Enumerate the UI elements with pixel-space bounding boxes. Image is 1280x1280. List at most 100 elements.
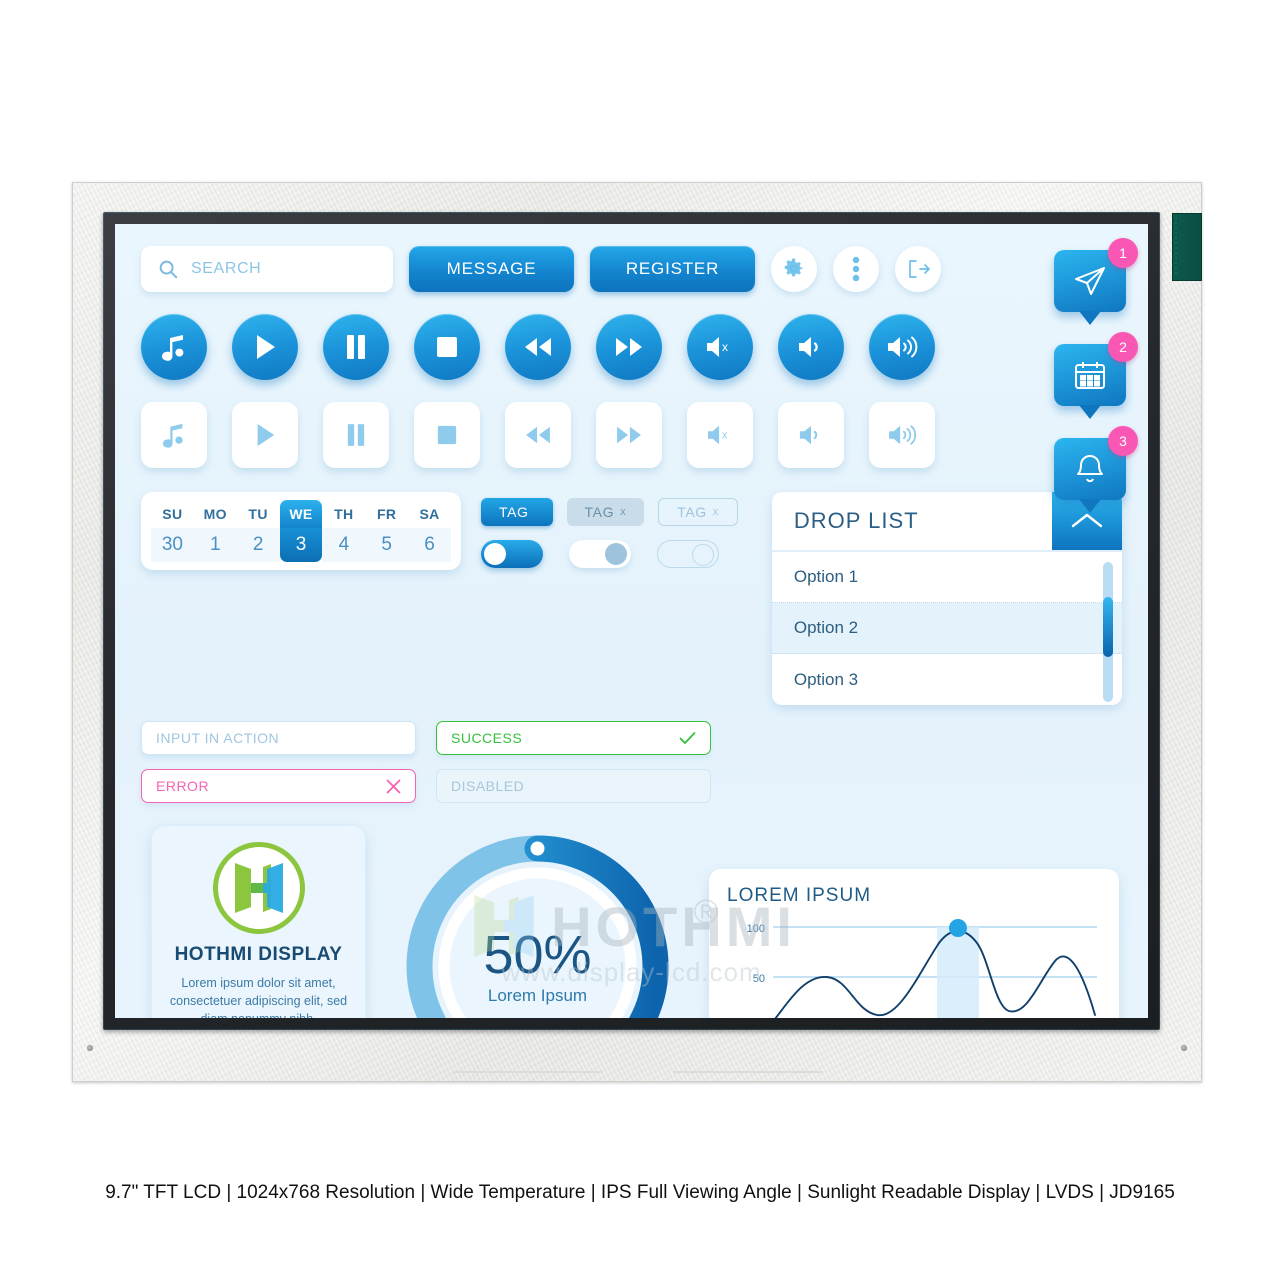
bell-icon [1075, 453, 1105, 485]
media-music-button[interactable] [141, 314, 207, 380]
notification-stack: 1 2 3 [1054, 238, 1138, 513]
media-volume-high-button-flat[interactable] [869, 402, 935, 468]
calendar-date[interactable]: 1 [193, 528, 237, 562]
tag-label: TAG [677, 504, 707, 520]
media-rewind-button-flat[interactable] [505, 402, 571, 468]
gauge-sublabel: Lorem Ipsum [487, 985, 588, 1005]
toggle-knob [484, 543, 506, 565]
calendar-dow-selected[interactable]: WE [279, 500, 323, 528]
logout-button[interactable] [895, 246, 941, 292]
calendar-date[interactable]: 5 [365, 528, 409, 562]
register-button[interactable]: REGISTER [590, 246, 755, 292]
calendar-dow[interactable]: TU [237, 500, 280, 528]
screw-hole-left [87, 1045, 93, 1051]
drop-list-option[interactable]: Option 3 [772, 654, 1122, 705]
gauge-percent: 50% [483, 924, 592, 985]
drop-list-option-selected[interactable]: Option 2 [771, 603, 1122, 654]
drop-list-scrollbar[interactable] [1103, 562, 1113, 702]
media-pause-button[interactable] [323, 314, 389, 380]
calendar-date[interactable]: 30 [151, 528, 194, 562]
screw-hole-right [1181, 1045, 1187, 1051]
calendar-date[interactable]: 2 [236, 528, 280, 562]
svg-text:50: 50 [753, 973, 765, 985]
top-toolbar: SEARCH MESSAGE REGISTER [141, 246, 1122, 292]
lcd-screen: SEARCH MESSAGE REGISTER x x SU MO TU WE … [115, 224, 1148, 1018]
message-button[interactable]: MESSAGE [409, 246, 574, 292]
play-icon [253, 333, 277, 361]
gauge-center: 50% Lorem Ipsum [400, 829, 675, 1018]
media-stop-button-flat[interactable] [414, 402, 480, 468]
fast-forward-icon [614, 335, 644, 359]
calendar-dow-row: SU MO TU WE TH FR SA [151, 500, 451, 528]
calendar-date[interactable]: 6 [408, 528, 451, 562]
notification-calendar[interactable]: 2 [1054, 332, 1138, 419]
tag-active[interactable]: TAG [481, 498, 553, 526]
tags-toggles-column: TAG TAG x TAG x [481, 492, 738, 705]
volume-high-icon [886, 334, 918, 360]
media-buttons-round: x [141, 314, 1122, 380]
media-mute-button[interactable]: x [687, 314, 753, 380]
tag-outline[interactable]: TAG x [658, 498, 738, 526]
input-label: DISABLED [451, 778, 525, 794]
chevron-up-icon [1070, 511, 1104, 531]
search-input[interactable]: SEARCH [141, 246, 393, 292]
close-icon [386, 779, 401, 794]
input-fields-group: INPUT IN ACTION SUCCESS ERROR DISABLED [141, 721, 741, 803]
lcd-module: SEARCH MESSAGE REGISTER x x SU MO TU WE … [72, 182, 1202, 1082]
notification-badge: 2 [1108, 332, 1138, 362]
stop-icon [435, 335, 459, 359]
tag-close-icon[interactable]: x [620, 506, 626, 518]
media-fast-forward-button-flat[interactable] [596, 402, 662, 468]
media-stop-button[interactable] [414, 314, 480, 380]
music-note-icon [162, 422, 186, 448]
calendar-dow[interactable]: MO [194, 500, 237, 528]
tag-close-icon[interactable]: x [713, 506, 719, 518]
drop-list-panel: DROP LIST Option 1 Option 2 Option 3 [771, 492, 1122, 705]
calendar-dow[interactable]: TH [322, 500, 365, 528]
frame-seam-left [453, 1071, 603, 1073]
media-play-button-flat[interactable] [232, 402, 298, 468]
more-options-button[interactable] [833, 246, 879, 292]
media-pause-button-flat[interactable] [323, 402, 389, 468]
toggle-list [481, 540, 738, 568]
settings-button[interactable] [771, 246, 817, 292]
notification-send[interactable]: 1 [1054, 238, 1138, 325]
lcd-bezel: SEARCH MESSAGE REGISTER x x SU MO TU WE … [103, 212, 1160, 1030]
media-mute-button-flat[interactable]: x [687, 402, 753, 468]
gear-icon [782, 257, 806, 281]
media-play-button[interactable] [232, 314, 298, 380]
media-fast-forward-button[interactable] [596, 314, 662, 380]
toggle-knob [692, 544, 714, 566]
notification-badge: 3 [1108, 426, 1138, 456]
input-in-action-field[interactable]: INPUT IN ACTION [141, 721, 416, 755]
toggle-off[interactable] [569, 540, 631, 568]
input-label: INPUT IN ACTION [156, 730, 280, 746]
volume-high-icon [887, 423, 917, 447]
tag-muted[interactable]: TAG x [566, 498, 645, 526]
drop-list-header: DROP LIST [771, 492, 1122, 552]
calendar-dow[interactable]: FR [365, 500, 408, 528]
registered-trademark-symbol: ® [693, 893, 719, 931]
input-success-field[interactable]: SUCCESS [436, 721, 711, 755]
calendar-dow[interactable]: SU [151, 500, 194, 528]
media-volume-low-button[interactable] [778, 314, 844, 380]
drop-list-title: DROP LIST [793, 508, 919, 533]
drop-list-scrollbar-thumb[interactable] [1103, 597, 1113, 657]
search-icon [157, 258, 179, 280]
toggle-on[interactable] [481, 540, 543, 568]
media-music-button-flat[interactable] [141, 402, 207, 468]
media-buttons-flat: x [141, 402, 1122, 468]
calendar-date[interactable]: 4 [322, 528, 366, 562]
media-rewind-button[interactable] [505, 314, 571, 380]
calendar-column: SU MO TU WE TH FR SA 30 1 2 3 4 5 6 [141, 492, 461, 705]
calendar-date-selected[interactable]: 3 [279, 528, 323, 562]
media-volume-high-button[interactable] [869, 314, 935, 380]
volume-mute-icon: x [705, 423, 735, 447]
brand-logo [212, 842, 305, 934]
media-volume-low-button-flat[interactable] [778, 402, 844, 468]
input-error-field[interactable]: ERROR [141, 769, 416, 803]
drop-list-option[interactable]: Option 1 [771, 552, 1122, 603]
calendar-dow[interactable]: SA [408, 500, 451, 528]
calendar-widget[interactable]: SU MO TU WE TH FR SA 30 1 2 3 4 5 6 [141, 492, 461, 570]
notification-bell[interactable]: 3 [1054, 426, 1138, 513]
